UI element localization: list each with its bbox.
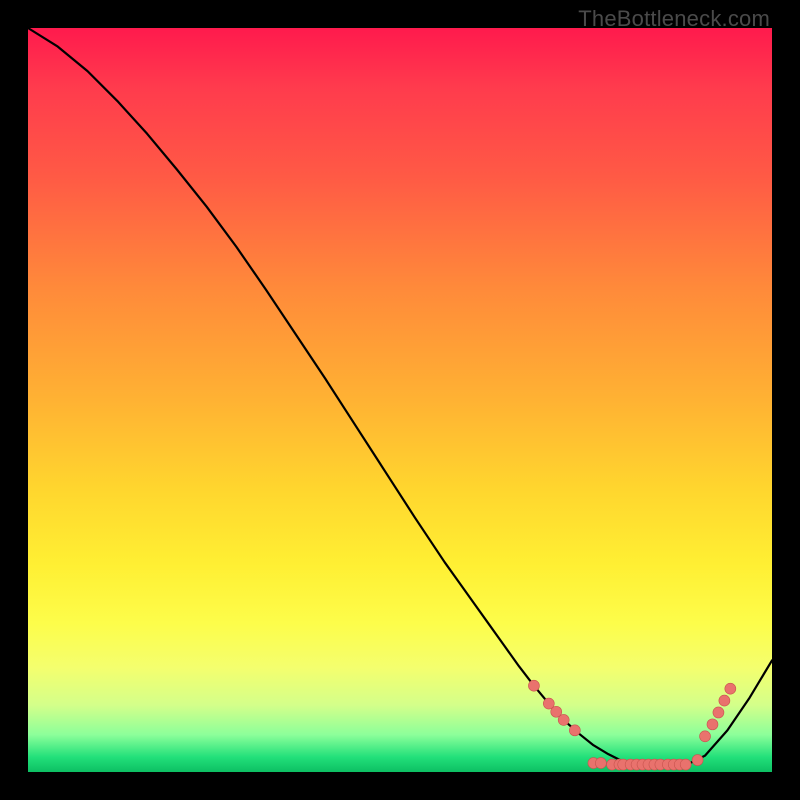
curve-marker bbox=[569, 725, 580, 736]
chart-svg bbox=[28, 28, 772, 772]
curve-marker bbox=[713, 707, 724, 718]
curve-marker bbox=[725, 683, 736, 694]
plot-area bbox=[28, 28, 772, 772]
curve-marker bbox=[558, 714, 569, 725]
curve-marker bbox=[700, 731, 711, 742]
watermark-label: TheBottleneck.com bbox=[578, 6, 770, 32]
curve-marker bbox=[707, 719, 718, 730]
chart-frame: TheBottleneck.com bbox=[0, 0, 800, 800]
curve-marker bbox=[595, 758, 606, 769]
bottleneck-curve bbox=[28, 28, 772, 765]
curve-marker bbox=[680, 759, 691, 770]
curve-marker bbox=[692, 755, 703, 766]
curve-marker bbox=[528, 680, 539, 691]
curve-marker bbox=[719, 695, 730, 706]
